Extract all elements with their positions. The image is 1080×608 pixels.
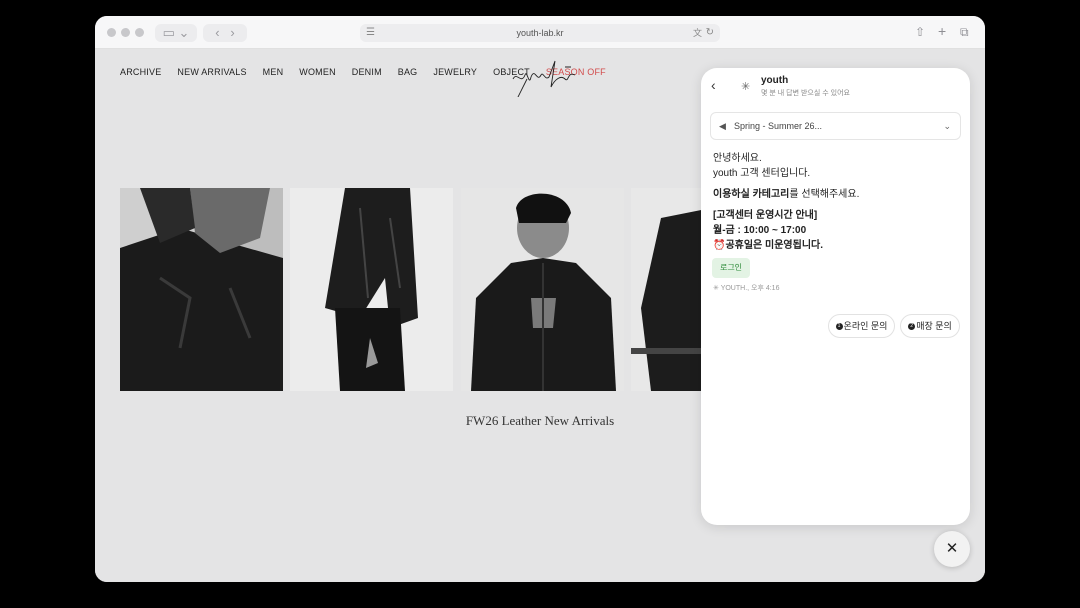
zoom-window-button[interactable] xyxy=(135,28,144,37)
share-icon[interactable]: ⇧ xyxy=(915,25,925,39)
option-number: 1 xyxy=(835,323,843,331)
browser-toolbar: ▭ ⌄ ‹ › ☰ youth-lab.kr 文 ↻ ⇧ + ⧉ xyxy=(95,16,985,49)
category-prompt: 이용하실 카테고리를 선택해주세요. xyxy=(713,187,859,202)
page-icon: ☰ xyxy=(366,27,375,38)
option-label: 온라인 문의 xyxy=(843,321,888,331)
hours-info: [고객센터 운영시간 안내] 월-금 : 10:00 ~ 17:00 ⏰공휴일은… xyxy=(713,208,823,253)
nav-denim[interactable]: DENIM xyxy=(352,67,382,77)
forward-icon[interactable]: › xyxy=(230,25,234,40)
category-prompt-rest: 를 선택해주세요. xyxy=(789,189,860,200)
nav-men[interactable]: MEN xyxy=(263,67,284,77)
chat-title: youth xyxy=(761,75,789,86)
translate-icon[interactable]: 文 xyxy=(693,24,702,42)
hours-title: [고객센터 운영시간 안내] xyxy=(713,210,818,221)
product-photo-4[interactable] xyxy=(631,188,705,391)
holiday-text: ⏰공휴일은 미운영됩니다. xyxy=(713,240,824,251)
megaphone-icon: ◀ xyxy=(719,121,726,131)
nav-bag[interactable]: BAG xyxy=(398,67,418,77)
product-photo-2[interactable] xyxy=(290,188,453,391)
youth-logo[interactable] xyxy=(505,57,595,97)
greeting-line-1: 안녕하세요. xyxy=(713,153,762,164)
notice-bar[interactable]: ◀ Spring - Summer 26... ⌄ xyxy=(710,112,961,140)
hours-text: 월-금 : 10:00 ~ 17:00 xyxy=(713,225,807,236)
chevron-down-icon: ⌄ xyxy=(178,25,190,40)
online-inquiry-button[interactable]: 1 온라인 문의 xyxy=(828,314,895,338)
plus-icon[interactable]: + xyxy=(938,23,946,39)
nav-jewelry[interactable]: JEWELRY xyxy=(433,67,477,77)
avatar: ✳ xyxy=(741,81,751,93)
nav-women[interactable]: WOMEN xyxy=(299,67,336,77)
close-window-button[interactable] xyxy=(107,28,116,37)
chat-message: 안녕하세요. youth 고객 센터입니다. xyxy=(713,151,810,181)
store-inquiry-button[interactable]: 2 매장 문의 xyxy=(900,314,960,338)
address-bar[interactable]: ☰ youth-lab.kr 文 ↻ xyxy=(360,24,720,42)
chat-subtitle: 몇 분 내 답변 받으실 수 있어요 xyxy=(761,90,850,97)
nav-archive[interactable]: ARCHIVE xyxy=(120,67,161,77)
product-gallery xyxy=(120,188,705,391)
back-icon[interactable]: ‹ xyxy=(215,25,219,40)
login-button[interactable]: 로그인 xyxy=(712,258,750,278)
collection-caption: FW26 Leather New Arrivals xyxy=(465,413,615,428)
product-photo-3[interactable] xyxy=(461,188,624,391)
message-sender-time: YOUTH., 오후 4:16 xyxy=(720,285,780,292)
tabs-icon[interactable]: ⧉ xyxy=(960,25,969,40)
reload-icon[interactable]: ↻ xyxy=(706,24,714,42)
category-prompt-bold: 이용하실 카테고리 xyxy=(713,189,790,200)
greeting-line-2: youth 고객 센터입니다. xyxy=(713,168,811,179)
sidebar-icon: ▭ xyxy=(162,25,175,40)
product-photo-1[interactable] xyxy=(120,188,283,391)
nav-new-arrivals[interactable]: NEW ARRIVALS xyxy=(177,67,246,77)
history-nav: ‹ › xyxy=(203,24,247,42)
close-chat-button[interactable]: ✕ xyxy=(934,531,970,567)
back-icon[interactable]: ‹ xyxy=(711,77,716,93)
option-number: 2 xyxy=(908,323,916,331)
option-label: 매장 문의 xyxy=(916,321,952,331)
sidebar-toggle-button[interactable]: ▭ ⌄ xyxy=(155,24,197,42)
notice-text: Spring - Summer 26... xyxy=(734,121,823,131)
chat-widget: ‹ ✳ youth 몇 분 내 답변 받으실 수 있어요 ◀ Spring - … xyxy=(701,68,970,525)
minimize-window-button[interactable] xyxy=(121,28,130,37)
url-text: youth-lab.kr xyxy=(516,28,564,38)
chevron-down-icon: ⌄ xyxy=(943,121,951,131)
message-meta: ✳ YOUTH., 오후 4:16 xyxy=(713,285,780,292)
